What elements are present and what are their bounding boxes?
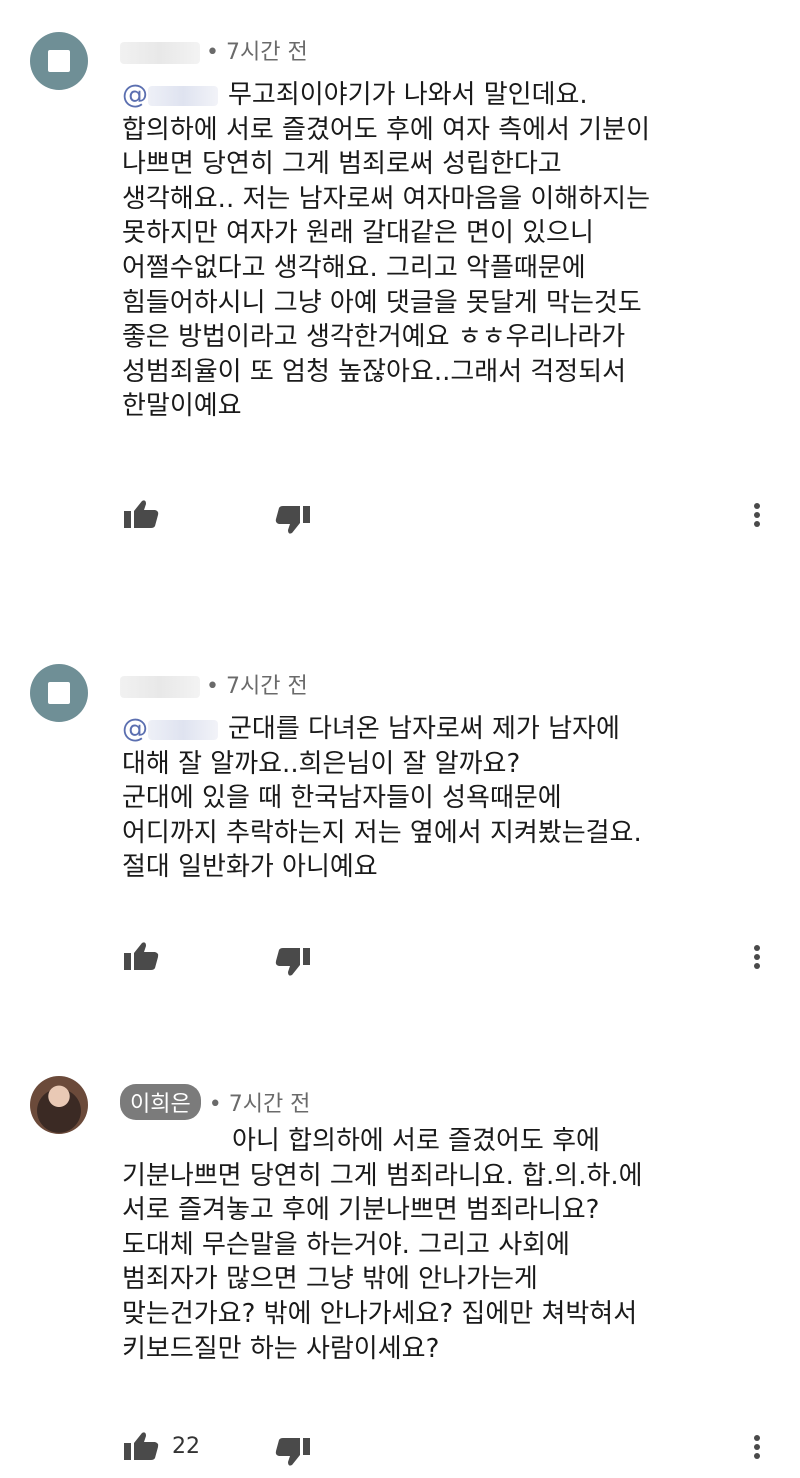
author-name-redacted[interactable] [120,42,200,64]
like-count: 22 [172,1433,200,1459]
comment-line: 나쁘면 당연히 그게 범죄로써 성립한다고 [122,149,562,180]
comment-actions: 22 [0,1430,800,1470]
avatar[interactable] [30,664,88,722]
comment-line: 힘들어하시니 그냥 아예 댓글을 못달게 막는것도 [122,287,642,318]
thumbs-down-icon [275,506,310,534]
avatar[interactable] [30,32,88,90]
comment-line: 군대에 있을 때 한국남자들이 성욕때문에 [122,783,562,814]
more-vertical-icon[interactable] [752,942,762,972]
like-button[interactable] [122,940,172,972]
mention-link[interactable]: @ [122,80,218,110]
comment-line: 성범죄율이 또 엄청 높잖아요..그래서 걱정되서 [122,356,627,387]
comment-actions [0,498,800,538]
comment-line: 키보드질만 하는 사람이세요? [122,1333,440,1364]
comment-line: 범죄자가 많으면 그냥 밖에 안나가는게 [122,1264,538,1295]
comment-line: 맞는건가요? 밖에 안나가세요? 집에만 쳐박혀서 [122,1298,638,1329]
comment-line: @ 군대를 다녀온 남자로써 제가 남자에 [122,714,620,744]
comment-line: 어디까지 추락하는지 저는 옆에서 지켜봤는걸요. [122,817,642,848]
mention-link[interactable]: @ [122,714,218,744]
comment-text: @ 군대를 다녀온 남자로써 제가 남자에 대해 잘 알까요..희은님이 잘 알까… [122,712,772,885]
comment-line: 못하지만 여자가 원래 갈대같은 면이 있으니 [122,218,594,249]
comment-text: @ 무고죄이야기가 나와서 말인데요. 합의하에 서로 즐겼어도 후에 여자 측에… [122,78,772,424]
comment-meta: 이희은 • 7시간 전 [120,1084,310,1120]
thumbs-down-icon [275,948,310,976]
comment-actions [0,940,800,980]
more-vertical-icon[interactable] [752,500,762,530]
comment-time: • 7시간 전 [206,40,308,65]
comment-line: 한말이예요 [122,391,242,422]
dislike-button[interactable] [274,504,312,536]
comment-time: • 7시간 전 [206,674,308,699]
comment-line: 합의하에 서로 즐겼어도 후에 여자 측에서 기분이 [122,114,650,145]
comment-line: 절대 일반화가 아니예요 [122,852,378,883]
avatar[interactable] [30,1076,88,1134]
comment-line: 생각해요.. 저는 남자로써 여자마음을 이해하지는 [122,183,650,214]
dislike-button[interactable] [274,1436,312,1468]
author-name-redacted[interactable] [120,676,200,698]
comment-line: 도대체 무슨말을 하는거야. 그리고 사회에 [122,1229,570,1260]
thumbs-up-icon [124,500,159,528]
comment-meta: • 7시간 전 [120,34,308,66]
thumbs-up-icon [124,942,159,970]
comment-line: 기분나쁘면 당연히 그게 범죄라니요. 합.의.하.에 [122,1160,643,1191]
comment-line: 아니 합의하에 서로 즐겼어도 후에 [232,1126,600,1156]
like-button[interactable]: 22 [122,1430,200,1462]
more-vertical-icon[interactable] [752,1432,762,1462]
comment-line: @ 무고죄이야기가 나와서 말인데요. [122,80,588,110]
thumbs-down-icon [275,1438,310,1466]
comment-meta: • 7시간 전 [120,668,308,700]
comment-line: 서로 즐겨놓고 후에 기분나쁘면 범죄라니요? [122,1195,600,1226]
author-name[interactable]: 이희은 [120,1084,201,1120]
comment-text: 아니 합의하에 서로 즐겼어도 후에 기분나쁘면 당연히 그게 범죄라니요. 합… [122,1124,772,1366]
comment-line: 좋은 방법이라고 생각한거예요 ㅎㅎ우리나라가 [122,322,626,353]
comment-line: 대해 잘 알까요..희은님이 잘 알까요? [122,748,521,779]
like-button[interactable] [122,498,172,530]
thumbs-up-icon [124,1432,159,1460]
comment-time: • 7시간 전 [208,1092,311,1117]
dislike-button[interactable] [274,946,312,978]
comment-line: 어쩔수없다고 생각해요. 그리고 악플때문에 [122,252,586,283]
